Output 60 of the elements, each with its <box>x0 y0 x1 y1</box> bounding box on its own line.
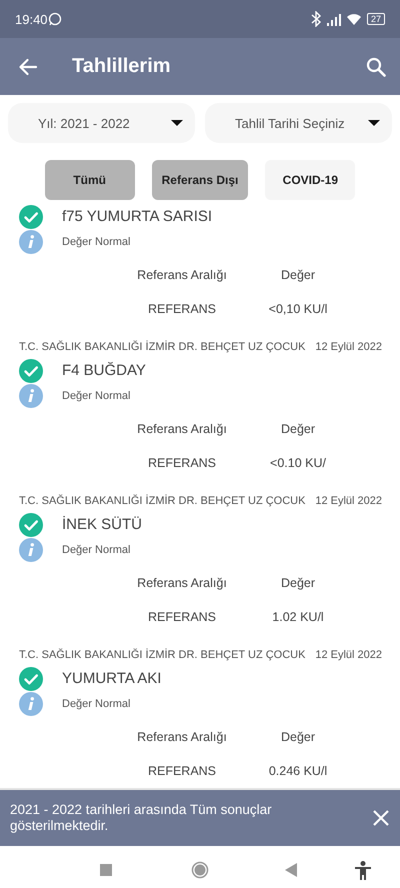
screen-title: Tahlillerim <box>72 55 172 78</box>
test-name: YUMURTA AKI <box>62 670 162 687</box>
result-date: 12 Eylül 2022 <box>315 341 382 353</box>
result-status: Değer Normal <box>62 236 130 248</box>
result-status: Değer Normal <box>62 698 130 710</box>
back-icon[interactable] <box>285 863 297 877</box>
column-header: Değer <box>280 267 316 284</box>
table-cell-text: REFERANS <box>148 455 216 472</box>
search-icon[interactable] <box>366 56 386 76</box>
test-name: f75 YUMURTA SARISI <box>62 208 212 225</box>
hospital-name: T.C. SAĞLIK BAKANLIĞI İZMİR DR. BEHÇET UZ ÇOCUK <box>19 341 306 353</box>
dropdown[interactable]: Yıl: 2021 - 2022 <box>8 103 195 143</box>
table-cell-text: REFERANS <box>148 609 216 626</box>
snackbar-message: 2021 - 2022 tarihleri arasında Tüm sonuçlar gösterilmektedir. <box>10 802 273 834</box>
dropdown[interactable]: Tahlil Tarihi Seçiniz <box>205 103 392 143</box>
table-cell-text: <0,10 KU/l <box>268 301 328 318</box>
column-header: Referans Aralığı <box>137 267 227 284</box>
back-arrow-icon[interactable] <box>18 56 38 76</box>
battery-level: 27 <box>366 13 385 25</box>
signal-icon <box>326 12 341 26</box>
check-icon <box>19 666 43 690</box>
column-header: Referans Aralığı <box>137 575 227 592</box>
column-header: Referans Aralığı <box>137 729 227 746</box>
check-icon <box>19 512 43 536</box>
result-status: Değer Normal <box>62 390 130 402</box>
info-icon <box>19 692 43 716</box>
column-header: Değer <box>280 421 316 438</box>
table-cell-text: REFERANS <box>148 763 216 780</box>
bluetooth-icon <box>310 11 322 27</box>
table-cell-text: REFERANS <box>148 301 216 318</box>
status-time: 19:40 <box>15 12 48 26</box>
column-header: Referans Aralığı <box>137 421 227 438</box>
close-icon <box>372 809 390 827</box>
filter-chip[interactable]: COVID-19 <box>265 160 356 200</box>
home-icon[interactable] <box>191 861 209 879</box>
column-header: Değer <box>280 575 316 592</box>
caret-icon <box>171 120 183 126</box>
hospital-name: T.C. SAĞLIK BAKANLIĞI İZMİR DR. BEHÇET UZ ÇOCUK <box>19 495 306 507</box>
filter-chip[interactable]: Referans Dışı <box>152 160 248 200</box>
close-button[interactable] <box>372 809 390 827</box>
info-icon <box>19 538 43 562</box>
table-cell-text: 0.246 KU/l <box>268 763 328 780</box>
chat-icon <box>48 12 62 26</box>
info-icon <box>19 230 43 254</box>
check-icon <box>19 204 43 228</box>
table-cell-text: 1.02 KU/l <box>272 609 324 626</box>
test-name: İNEK SÜTÜ <box>62 516 142 533</box>
table-cell-text: <0.10 KU/ <box>270 455 326 472</box>
result-date: 12 Eylül 2022 <box>315 495 382 507</box>
wifi-icon <box>346 12 362 26</box>
result-date: 12 Eylül 2022 <box>315 649 382 661</box>
result-status: Değer Normal <box>62 544 130 556</box>
caret-icon <box>368 120 380 126</box>
check-icon <box>19 358 43 382</box>
info-icon <box>19 384 43 408</box>
column-header: Değer <box>280 729 316 746</box>
test-name: F4 BUĞDAY <box>62 362 146 379</box>
hospital-name: T.C. SAĞLIK BAKANLIĞI İZMİR DR. BEHÇET UZ ÇOCUK <box>19 649 306 661</box>
filter-chip[interactable]: Tümü <box>44 160 135 200</box>
accessibility-icon[interactable] <box>354 860 372 880</box>
